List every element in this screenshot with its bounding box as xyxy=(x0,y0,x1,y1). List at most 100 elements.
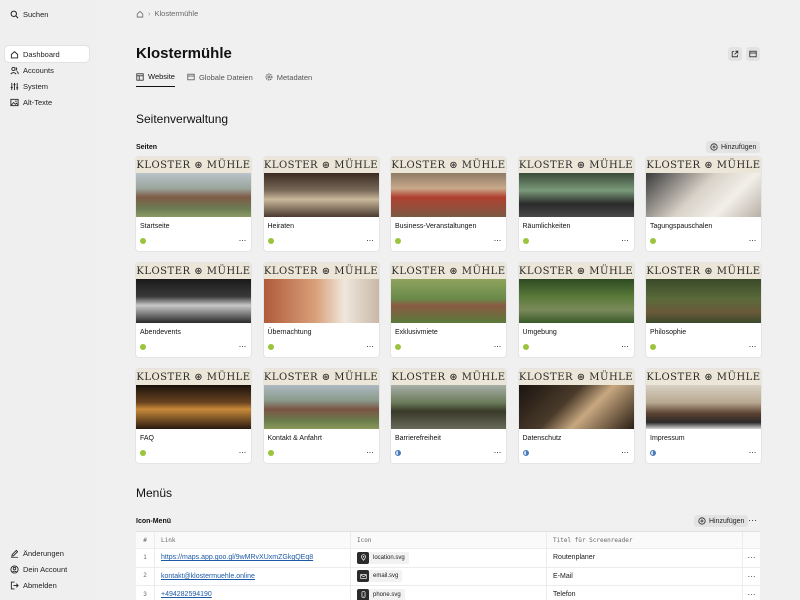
breadcrumb-current[interactable]: Klostermühle xyxy=(155,9,199,18)
sidebar-item-label: Änderungen xyxy=(23,548,64,558)
page-card[interactable]: KLOSTER ⊛ MÜHLE Datenschutz ··· xyxy=(518,369,634,463)
page-card-title: Exklusivmiete xyxy=(395,329,438,336)
tab-website[interactable]: Website xyxy=(136,72,175,87)
status-indicator-icon xyxy=(395,238,401,244)
more-options-button[interactable]: ··· xyxy=(749,447,757,457)
sidebar-item-dein-account[interactable]: Dein Account xyxy=(5,561,89,577)
more-options-button[interactable]: ··· xyxy=(494,235,502,245)
section-title-pages: Seitenverwaltung xyxy=(136,112,229,126)
menu-link[interactable]: https://maps.app.goo.gl/9wMRvXUxmZGkgQEq… xyxy=(161,554,313,561)
page-card-title: FAQ xyxy=(140,435,155,442)
user-circle-icon xyxy=(9,564,19,574)
icon-file-chip[interactable]: email.svg xyxy=(357,570,403,583)
page-card[interactable]: KLOSTER ⊛ MÜHLE Heiraten ··· xyxy=(263,157,379,251)
more-options-button[interactable]: ··· xyxy=(494,447,502,457)
page-card-title: Räumlichkeiten xyxy=(522,223,571,230)
icon-file-chip[interactable]: phone.svg xyxy=(357,588,405,600)
page-card[interactable]: KLOSTER ⊛ MÜHLE Übernachtung ··· xyxy=(263,263,379,357)
page-card[interactable]: KLOSTER ⊛ MÜHLE Abendevents ··· xyxy=(136,263,251,357)
page-card[interactable]: KLOSTER ⊛ MÜHLE Business-Veranstaltungen ·… xyxy=(391,157,506,251)
sidebar-item-alt-texte[interactable]: Alt-Texte xyxy=(5,94,89,110)
more-options-button[interactable]: ··· xyxy=(239,341,247,351)
table-header: # Link Icon Titel für Screenreader xyxy=(136,532,760,549)
sidebar-item-dashboard[interactable]: Dashboard xyxy=(5,46,89,62)
tab-globale-dateien[interactable]: Globale Dateien xyxy=(187,72,253,87)
brand-logo: KLOSTER ⊛ MÜHLE xyxy=(518,157,634,173)
icon-file-name: location.svg xyxy=(373,554,405,561)
row-number: 1 xyxy=(143,554,147,561)
row-more-button[interactable]: ··· xyxy=(742,567,760,585)
more-options-button[interactable]: ··· xyxy=(621,235,629,245)
page-card[interactable]: KLOSTER ⊛ MÜHLE Räumlichkeiten ··· xyxy=(518,157,634,251)
page-card[interactable]: KLOSTER ⊛ MÜHLE Kontakt & Anfahrt ··· xyxy=(263,369,379,463)
more-options-button[interactable]: ··· xyxy=(366,447,374,457)
more-options-button[interactable]: ··· xyxy=(366,341,374,351)
page-thumbnail xyxy=(263,173,379,217)
brand-logo: KLOSTER ⊛ MÜHLE xyxy=(391,369,506,385)
sidebar-item-label: Dein Account xyxy=(23,564,68,574)
page-card[interactable]: KLOSTER ⊛ MÜHLE Tagungspauschalen ··· xyxy=(646,157,761,251)
page-card[interactable]: KLOSTER ⊛ MÜHLE Umgebung ··· xyxy=(518,263,634,357)
status-indicator-icon xyxy=(140,238,146,244)
more-options-button[interactable]: ··· xyxy=(621,341,629,351)
sidebar-item-label: Accounts xyxy=(23,65,54,75)
menu-more-button[interactable]: ··· xyxy=(748,515,757,525)
icon-cell: location.svg xyxy=(350,549,546,567)
page-card[interactable]: KLOSTER ⊛ MÜHLE Startseite ··· xyxy=(136,157,251,251)
preview-panel-button[interactable] xyxy=(746,47,760,61)
more-options-button[interactable]: ··· xyxy=(749,235,757,245)
page-thumbnail xyxy=(391,385,506,429)
section-title-menus: Menüs xyxy=(136,486,173,500)
logout-button[interactable]: Abmelden xyxy=(5,577,89,593)
page-thumbnail xyxy=(136,173,251,217)
home-icon xyxy=(9,49,19,59)
search-icon xyxy=(9,9,19,19)
row-number: 3 xyxy=(143,591,147,598)
menu-link[interactable]: +494282594190 xyxy=(161,591,212,598)
external-link-icon xyxy=(731,50,739,58)
icon-file-chip[interactable]: location.svg xyxy=(357,551,409,564)
page-title: Klostermühle xyxy=(136,45,232,62)
more-options-button[interactable]: ··· xyxy=(239,235,247,245)
more-options-button[interactable]: ··· xyxy=(621,447,629,457)
row-more-button[interactable]: ··· xyxy=(742,586,760,600)
status-indicator-icon xyxy=(267,238,274,244)
sidebar-item-aenderungen[interactable]: Änderungen xyxy=(5,545,89,561)
page-card[interactable]: KLOSTER ⊛ MÜHLE Impressum ··· xyxy=(646,369,761,463)
more-options-button[interactable]: ··· xyxy=(366,235,374,245)
tab-bar: Website Globale Dateien Metadaten xyxy=(136,72,324,87)
screenreader-title-cell[interactable]: E-Mail xyxy=(546,567,742,585)
sidebar-item-system[interactable]: System xyxy=(5,78,89,94)
open-external-button[interactable] xyxy=(728,47,742,61)
sidebar-item-accounts[interactable]: Accounts xyxy=(5,62,89,78)
screenreader-title-cell[interactable]: Telefon xyxy=(546,586,742,600)
page-thumbnail xyxy=(391,173,506,217)
image-icon xyxy=(9,97,19,107)
add-menu-item-button[interactable]: Hinzufügen xyxy=(694,515,749,527)
page-card[interactable]: KLOSTER ⊛ MÜHLE Philosophie ··· xyxy=(646,263,761,357)
page-thumbnail xyxy=(136,385,251,429)
status-indicator-icon xyxy=(140,450,146,456)
page-card-title: Umgebung xyxy=(522,329,557,336)
page-thumbnail xyxy=(518,173,634,217)
window-icon xyxy=(749,50,757,58)
more-options-button[interactable]: ··· xyxy=(749,341,757,351)
search-button[interactable]: Suchen xyxy=(5,6,89,22)
chevron-right-icon: › xyxy=(148,9,151,18)
add-page-button[interactable]: Hinzufügen xyxy=(706,141,761,153)
more-options-button[interactable]: ··· xyxy=(494,341,502,351)
status-indicator-icon xyxy=(650,450,656,456)
page-card[interactable]: KLOSTER ⊛ MÜHLE Barrierefreiheit ··· xyxy=(391,369,506,463)
plus-circle-icon xyxy=(698,517,706,525)
home-icon[interactable] xyxy=(136,10,144,18)
page-card[interactable]: KLOSTER ⊛ MÜHLE Exklusivmiete ··· xyxy=(391,263,506,357)
screenreader-title-cell[interactable]: Routenplaner xyxy=(546,549,742,567)
tab-metadaten[interactable]: Metadaten xyxy=(265,72,312,87)
page-card[interactable]: KLOSTER ⊛ MÜHLE FAQ ··· xyxy=(136,369,251,463)
more-options-button[interactable]: ··· xyxy=(239,447,247,457)
menu-link[interactable]: kontakt@klostermuehle.online xyxy=(161,573,255,580)
column-header-number: # xyxy=(143,536,147,544)
row-more-button[interactable]: ··· xyxy=(742,549,760,567)
pages-label: Seiten xyxy=(136,144,158,151)
icon-cell: email.svg xyxy=(350,567,546,585)
